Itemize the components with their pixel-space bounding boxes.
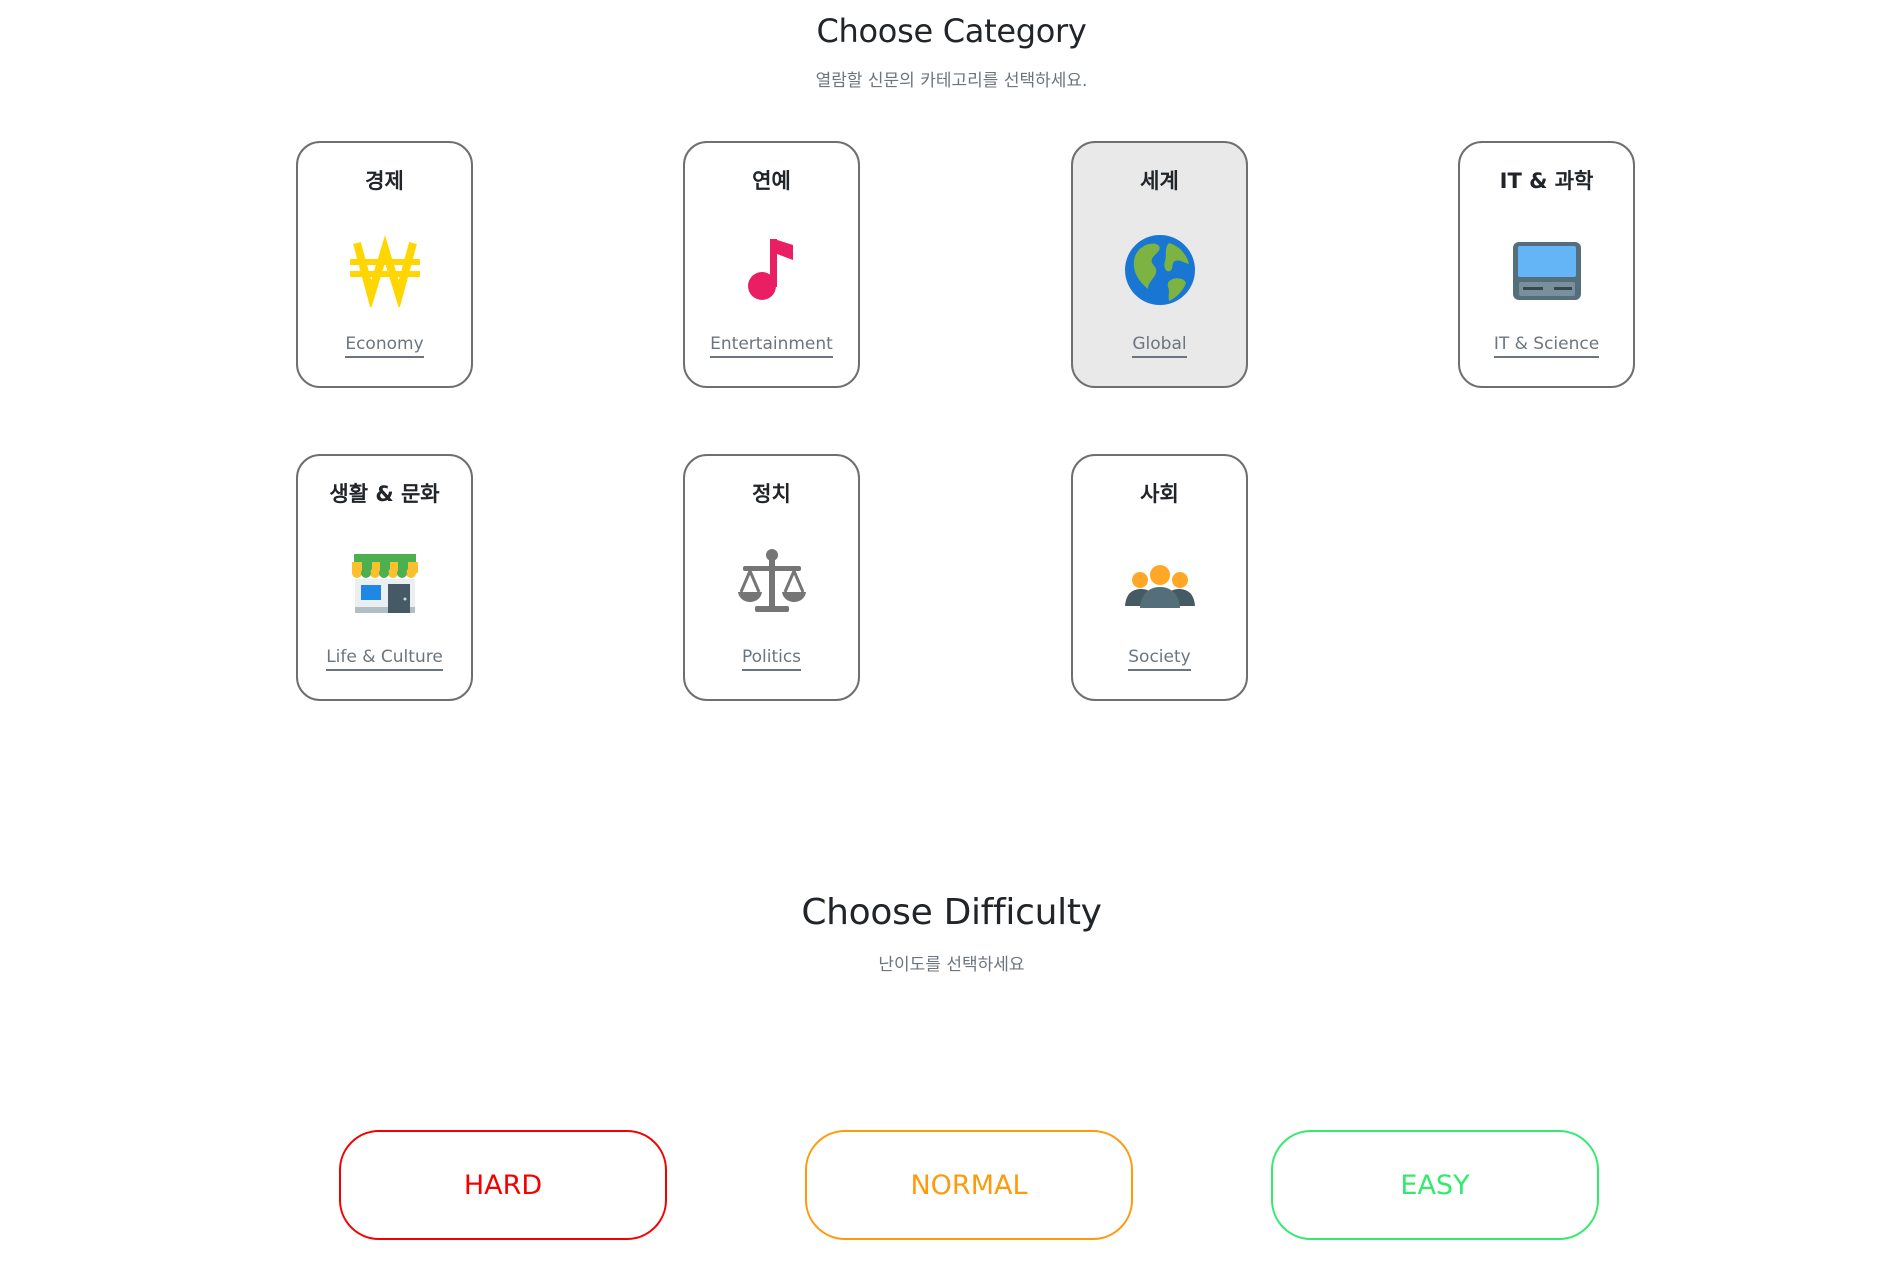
category-card-economy[interactable]: 경제 Economy xyxy=(296,141,473,388)
category-card-label: Life & Culture xyxy=(298,647,471,671)
category-card-society[interactable]: 사회 Society xyxy=(1071,454,1248,701)
scales-icon xyxy=(735,546,809,620)
category-card-label: Entertainment xyxy=(685,334,858,358)
category-card-title: IT & 과학 xyxy=(1499,169,1594,193)
category-title: Choose Category xyxy=(816,12,1087,50)
category-card-title: 생활 & 문화 xyxy=(329,482,440,506)
normal-button[interactable]: NORMAL xyxy=(805,1130,1133,1240)
category-card-entertainment[interactable]: 연예 Entertainment xyxy=(683,141,860,388)
hard-button[interactable]: HARD xyxy=(339,1130,667,1240)
category-card-label: Economy xyxy=(298,334,471,358)
computer-icon xyxy=(1510,233,1584,307)
category-header: Choose Category 열람할 신문의 카테고리를 선택하세요. xyxy=(0,10,1903,91)
music-note-icon xyxy=(735,233,809,307)
store-icon xyxy=(348,546,422,620)
category-card-label: IT & Science xyxy=(1460,334,1633,358)
category-card-global[interactable]: 세계 Global xyxy=(1071,141,1248,388)
difficulty-subtitle: 난이도를 선택하세요 xyxy=(878,955,1025,975)
category-card-it-science[interactable]: IT & 과학 IT & Science xyxy=(1458,141,1635,388)
globe-icon xyxy=(1123,233,1197,307)
category-card-title: 연예 xyxy=(752,169,791,193)
won-sign-icon xyxy=(348,233,422,307)
category-card-politics[interactable]: 정치 Politics xyxy=(683,454,860,701)
category-card-label: Politics xyxy=(685,647,858,671)
category-card-title: 정치 xyxy=(752,482,791,506)
category-subtitle: 열람할 신문의 카테고리를 선택하세요. xyxy=(815,71,1088,91)
easy-button[interactable]: EASY xyxy=(1271,1130,1599,1240)
category-card-life-culture[interactable]: 생활 & 문화 Life & Culture xyxy=(296,454,473,701)
difficulty-header: Choose Difficulty 난이도를 선택하세요 xyxy=(0,888,1903,975)
category-card-title: 경제 xyxy=(365,169,404,193)
category-card-label: Global xyxy=(1073,334,1246,358)
category-card-label: Society xyxy=(1073,647,1246,671)
category-card-title: 세계 xyxy=(1140,169,1179,193)
people-icon xyxy=(1123,546,1197,620)
difficulty-title: Choose Difficulty xyxy=(801,892,1102,933)
category-card-title: 사회 xyxy=(1140,482,1179,506)
